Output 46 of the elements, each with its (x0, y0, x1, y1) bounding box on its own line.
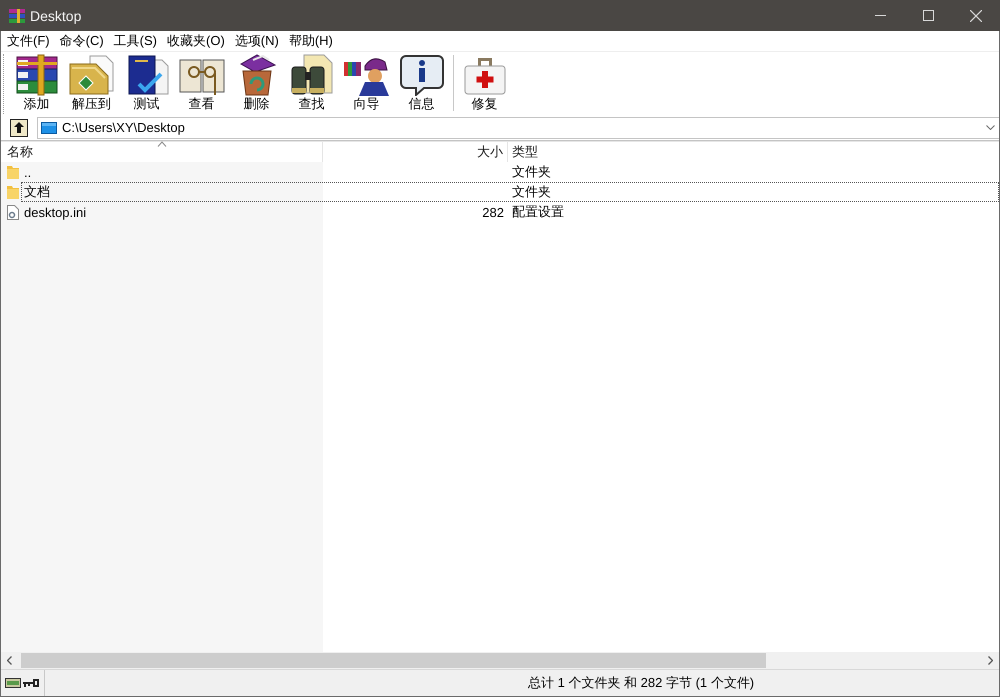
window-title: Desktop (30, 8, 82, 24)
scrollbar-thumb[interactable] (21, 653, 766, 668)
close-icon (970, 10, 982, 22)
toolbar-button[interactable]: 查找 (284, 52, 339, 112)
menu-item[interactable]: 文件(F) (2, 31, 55, 51)
chevron-right-icon (988, 656, 993, 665)
desktop-icon (41, 122, 57, 134)
maximize-icon (922, 10, 934, 21)
info-icon (398, 54, 446, 96)
menu-item[interactable]: 收藏夹(O) (162, 31, 230, 51)
minimize-icon (874, 15, 886, 16)
menu-item[interactable]: 选项(N) (230, 31, 284, 51)
name-cell: .. (24, 164, 32, 180)
book-stack-icon (9, 8, 25, 22)
toolbar-button[interactable]: 测试 (119, 52, 174, 112)
file-row[interactable]: desktop.ini 282 配置设置 (1, 202, 999, 222)
menu-item[interactable]: 帮助(H) (284, 31, 338, 51)
size-cell: 282 (482, 204, 504, 220)
type-cell: 文件夹 (512, 184, 551, 199)
key-icon (22, 678, 40, 688)
settings-file-icon (7, 204, 19, 220)
name-cell: 文档 (24, 183, 50, 201)
toolbar-button[interactable]: 删除 (229, 52, 284, 112)
toolbar-button[interactable]: 信息 (394, 52, 449, 112)
address-field[interactable]: C:\Users\XY\Desktop (37, 116, 999, 138)
drive-icon (5, 678, 21, 688)
toolbar-button[interactable]: 添加 (9, 52, 64, 112)
column-header[interactable]: 类型 (508, 142, 999, 162)
toolbar-button[interactable]: 向导 (339, 52, 394, 112)
toolbar-button[interactable]: 查看 (174, 52, 229, 112)
type-cell: 文件夹 (512, 164, 551, 179)
parent-folder-button[interactable] (9, 118, 29, 138)
folder-document-icon (68, 54, 116, 96)
chevron-left-icon (7, 656, 12, 665)
file-row[interactable]: .. 文件夹 (1, 162, 999, 182)
type-cell: 配置设置 (512, 204, 564, 219)
menu-item[interactable]: 工具(S) (108, 31, 162, 51)
status-text: 总计 1 个文件夹 和 282 字节 (1 个文件) (528, 674, 756, 692)
folder-icon (7, 185, 19, 199)
chevron-down-icon[interactable] (986, 125, 995, 130)
toolbar-button[interactable]: 解压到 (64, 52, 119, 112)
toolbar-button[interactable]: 修复 (457, 52, 512, 112)
folder-icon (7, 165, 19, 179)
menu-item[interactable]: 命令(C) (54, 31, 109, 51)
name-cell: desktop.ini (24, 204, 86, 220)
file-row[interactable]: 文档 文件夹 (1, 182, 999, 202)
